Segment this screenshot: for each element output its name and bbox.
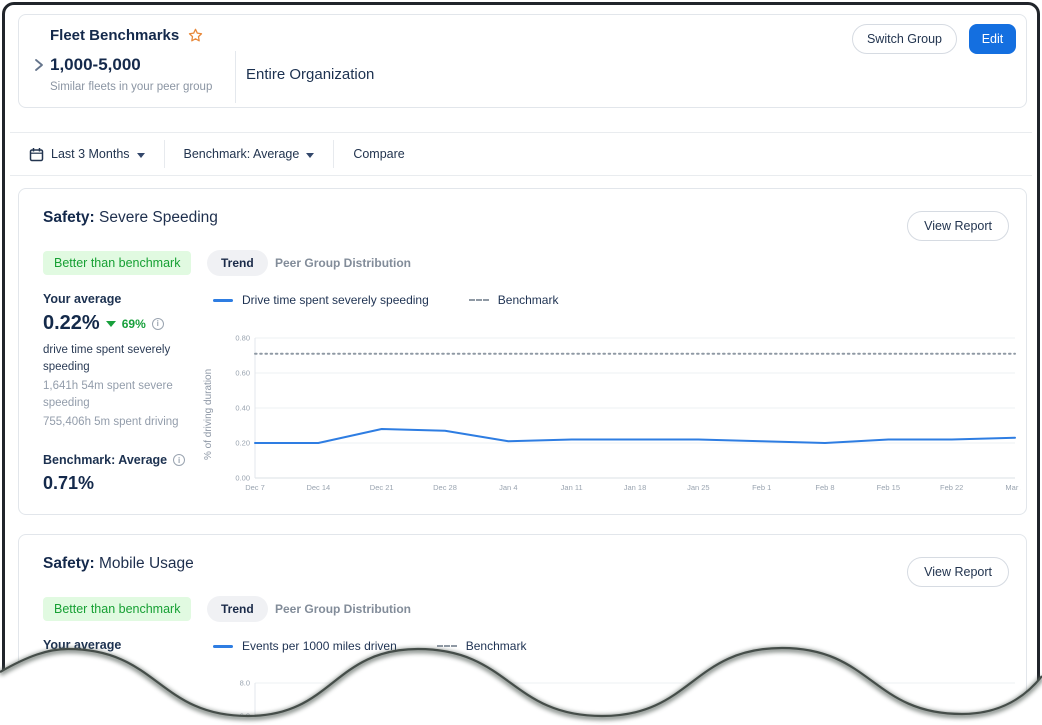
benchmark-dropdown[interactable]: Benchmark: Average bbox=[165, 147, 334, 161]
organization-scope: Entire Organization bbox=[246, 66, 374, 83]
svg-text:Jan 25: Jan 25 bbox=[687, 483, 710, 492]
stats-column: Your average 0.22% 69% i drive time spen… bbox=[43, 292, 211, 494]
svg-text:Dec 14: Dec 14 bbox=[306, 483, 330, 492]
line-legend-swatch bbox=[213, 645, 233, 648]
header-divider bbox=[235, 51, 236, 103]
dashed-legend-swatch bbox=[469, 299, 489, 301]
status-badge: Better than benchmark bbox=[43, 597, 191, 621]
svg-text:Dec 21: Dec 21 bbox=[370, 483, 394, 492]
legend-series-label: Drive time spent severely speeding bbox=[242, 293, 429, 307]
svg-text:Feb 22: Feb 22 bbox=[940, 483, 963, 492]
peer-group-name[interactable]: 1,000-5,000 bbox=[50, 55, 141, 75]
svg-text:Mar 1: Mar 1 bbox=[1005, 483, 1021, 492]
legend-series-label: Events per 1000 miles driven bbox=[242, 639, 397, 653]
svg-text:Dec 28: Dec 28 bbox=[433, 483, 457, 492]
legend-item-series: Events per 1000 miles driven bbox=[213, 639, 397, 653]
svg-text:0.20: 0.20 bbox=[235, 439, 250, 448]
chevron-right-icon[interactable] bbox=[34, 58, 44, 72]
benchmark-selector-label: Benchmark: Average bbox=[184, 147, 300, 161]
legend-benchmark-label: Benchmark bbox=[466, 639, 527, 653]
compare-label: Compare bbox=[353, 147, 404, 161]
card-category: Safety: bbox=[43, 209, 95, 226]
card-metric-name: Severe Speeding bbox=[99, 209, 218, 226]
view-report-button[interactable]: View Report bbox=[907, 211, 1009, 241]
info-icon[interactable]: i bbox=[173, 454, 185, 466]
trend-chart[interactable]: 8.0 6.0 bbox=[231, 667, 1021, 723]
svg-text:Dec 7: Dec 7 bbox=[245, 483, 265, 492]
card-metric-name: Mobile Usage bbox=[99, 555, 194, 572]
your-average-label: Your average bbox=[43, 292, 211, 306]
svg-text:Feb 15: Feb 15 bbox=[877, 483, 900, 492]
svg-text:Feb 1: Feb 1 bbox=[752, 483, 771, 492]
legend-item-series: Drive time spent severely speeding bbox=[213, 293, 429, 307]
card-title: Safety: Severe Speeding bbox=[43, 209, 218, 227]
tab-trend[interactable]: Trend bbox=[207, 596, 268, 622]
favorite-star-icon[interactable] bbox=[187, 27, 204, 44]
caret-down-icon bbox=[306, 153, 314, 158]
peer-group-subtitle: Similar fleets in your peer group bbox=[50, 81, 212, 93]
trend-chart-container: 8.0 6.0 bbox=[231, 667, 1021, 723]
svg-text:0.80: 0.80 bbox=[235, 334, 250, 343]
edit-button[interactable]: Edit bbox=[969, 24, 1016, 54]
svg-text:6.0: 6.0 bbox=[240, 712, 250, 721]
line-legend-swatch bbox=[213, 299, 233, 302]
legend-benchmark-label: Benchmark bbox=[498, 293, 559, 307]
view-report-button[interactable]: View Report bbox=[907, 557, 1009, 587]
metric-description: drive time spent severely speeding bbox=[43, 342, 211, 376]
severe-speeding-card: Safety: Severe Speeding View Report Bett… bbox=[18, 188, 1027, 515]
svg-text:8.0: 8.0 bbox=[240, 679, 250, 688]
chart-legend: Events per 1000 miles driven Benchmark bbox=[213, 639, 526, 653]
legend-item-benchmark: Benchmark bbox=[469, 293, 559, 307]
your-average-row: 0.22% 69% i bbox=[43, 312, 211, 335]
tab-peer-group-distribution[interactable]: Peer Group Distribution bbox=[275, 256, 411, 270]
trend-chart-container: 0.00 0.20 0.40 0.60 0.80 Dec 7 Dec 14 Dec 21 Dec… bbox=[231, 328, 1021, 505]
svg-text:Jan 18: Jan 18 bbox=[624, 483, 647, 492]
date-range-label: Last 3 Months bbox=[51, 147, 130, 161]
header-card: Fleet Benchmarks 1,000-5,000 Similar fle… bbox=[18, 14, 1027, 108]
svg-text:Jan 11: Jan 11 bbox=[561, 483, 583, 492]
trend-chart[interactable]: 0.00 0.20 0.40 0.60 0.80 Dec 7 Dec 14 Dec 21 Dec… bbox=[231, 328, 1021, 500]
svg-text:0.40: 0.40 bbox=[235, 404, 250, 413]
legend-item-benchmark: Benchmark bbox=[437, 639, 527, 653]
card-category: Safety: bbox=[43, 555, 95, 572]
svg-text:0.60: 0.60 bbox=[235, 369, 250, 378]
filter-bar: Last 3 Months Benchmark: Average Compare bbox=[10, 132, 1032, 176]
chart-legend: Drive time spent severely speeding Bench… bbox=[213, 293, 558, 307]
benchmark-label-row: Benchmark: Average i bbox=[43, 453, 211, 467]
svg-text:0.00: 0.00 bbox=[235, 474, 250, 483]
info-icon[interactable]: i bbox=[152, 318, 164, 330]
compare-button[interactable]: Compare bbox=[334, 147, 423, 161]
your-average-label: Your average bbox=[43, 638, 211, 652]
status-badge: Better than benchmark bbox=[43, 251, 191, 275]
delta-value: 69% bbox=[122, 317, 146, 331]
tab-peer-group-distribution[interactable]: Peer Group Distribution bbox=[275, 602, 411, 616]
svg-text:Jan 4: Jan 4 bbox=[499, 483, 517, 492]
tab-trend[interactable]: Trend bbox=[207, 250, 268, 276]
detail-driving-time: 755,406h 5m spent driving bbox=[43, 414, 211, 431]
stats-column: Your average bbox=[43, 638, 211, 652]
date-range-dropdown[interactable]: Last 3 Months bbox=[10, 147, 164, 162]
detail-severe-time: 1,641h 54m spent severe speeding bbox=[43, 378, 211, 412]
calendar-icon bbox=[29, 147, 44, 162]
dashed-legend-swatch bbox=[437, 645, 457, 647]
card-title: Safety: Mobile Usage bbox=[43, 555, 194, 573]
your-average-value: 0.22% bbox=[43, 312, 100, 335]
svg-text:Feb 8: Feb 8 bbox=[815, 483, 834, 492]
benchmark-value: 0.71% bbox=[43, 473, 211, 494]
benchmark-label: Benchmark: Average bbox=[43, 453, 167, 467]
trend-down-icon bbox=[106, 321, 116, 327]
screenshot-frame: Fleet Benchmarks 1,000-5,000 Similar fle… bbox=[2, 2, 1040, 723]
page-title-row: Fleet Benchmarks bbox=[50, 27, 204, 44]
switch-group-button[interactable]: Switch Group bbox=[852, 24, 957, 54]
mobile-usage-card: Safety: Mobile Usage View Report Better … bbox=[18, 534, 1027, 723]
page-title: Fleet Benchmarks bbox=[50, 27, 179, 44]
y-axis-label: % of driving duration bbox=[203, 349, 217, 479]
caret-down-icon bbox=[137, 153, 145, 158]
